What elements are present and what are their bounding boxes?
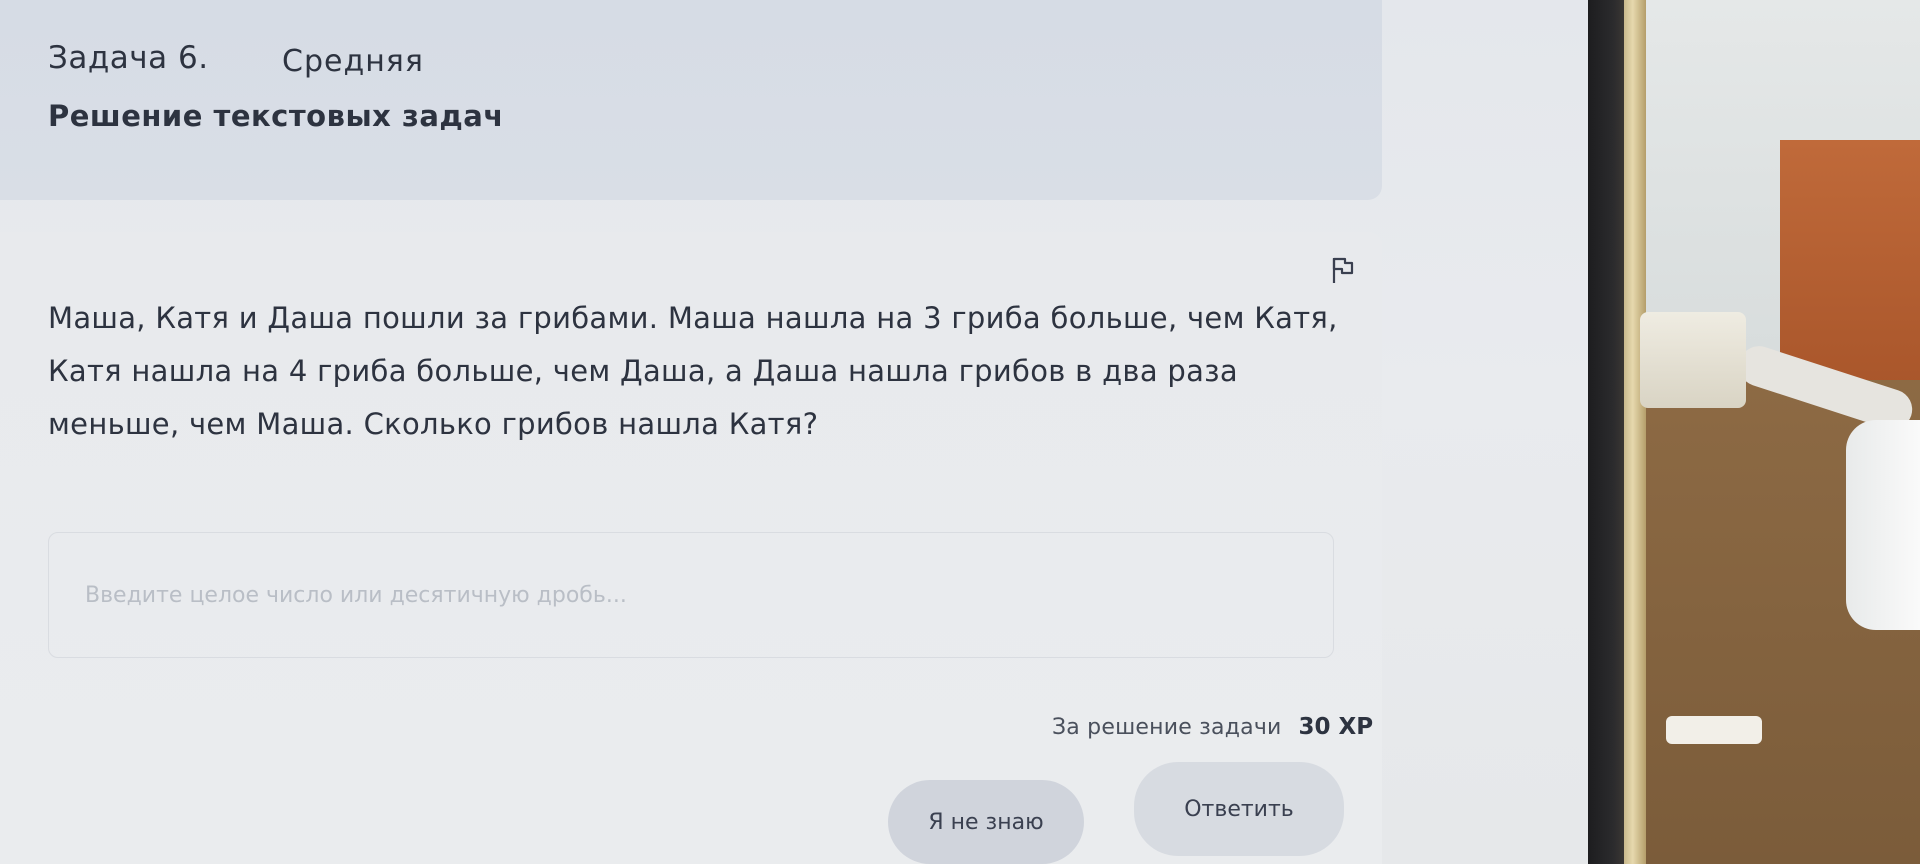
white-peg	[1666, 716, 1762, 744]
screen: Задача 6. Средняя Решение текстовых зада…	[0, 0, 1590, 864]
reward-info: За решение задачи 30 XP	[1052, 714, 1373, 740]
task-header: Задача 6. Средняя Решение текстовых зада…	[0, 0, 1382, 200]
cable-plug	[1640, 312, 1746, 408]
white-object	[1846, 420, 1920, 630]
task-number: Задача 6.	[48, 40, 209, 76]
difficulty-label: Средняя	[282, 44, 424, 79]
answer-input[interactable]	[48, 532, 1334, 658]
question-text: Маша, Катя и Даша пошли за грибами. Маша…	[48, 301, 1338, 441]
reward-value: 30 XP	[1298, 714, 1374, 740]
dont-know-button[interactable]: Я не знаю	[888, 780, 1084, 864]
reward-label: За решение задачи	[1052, 715, 1282, 740]
monitor-bezel	[1588, 0, 1624, 864]
submit-answer-button[interactable]: Ответить	[1134, 762, 1344, 856]
topic-title: Решение текстовых задач	[48, 99, 504, 133]
flag-icon[interactable]	[1330, 256, 1356, 284]
monitor-frame-edge	[1624, 0, 1646, 864]
